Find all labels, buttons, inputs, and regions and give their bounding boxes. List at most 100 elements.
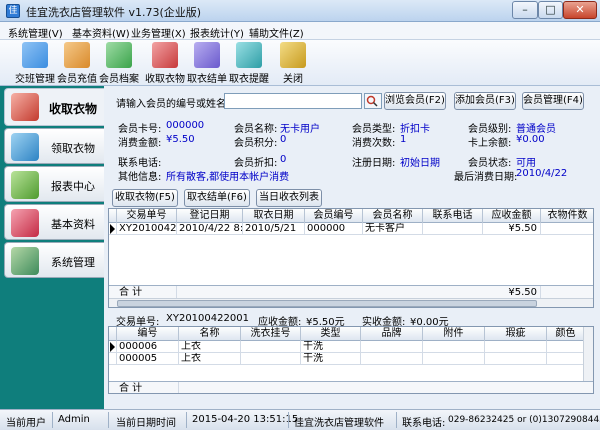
receive-clothes-button[interactable]: 收取衣物 — [144, 42, 186, 85]
search-button[interactable] — [364, 93, 382, 109]
col-phone[interactable]: 联系电话 — [423, 209, 483, 223]
cell-amount-due[interactable]: ¥5.50 — [483, 223, 541, 235]
menu-aux-files[interactable]: 辅助文件(Z) — [249, 25, 304, 40]
menu-business[interactable]: 业务管理(X) — [131, 25, 186, 40]
cell-phone[interactable] — [423, 223, 483, 235]
cell-color[interactable] — [547, 341, 585, 353]
handover-button[interactable]: 交班管理 — [14, 42, 56, 85]
orders-table: 交易单号 登记日期 取衣日期 会员编号 会员名称 联系电话 应收金额 衣物件数 … — [108, 208, 594, 308]
browse-members-button[interactable]: 浏览会员(F2) — [384, 92, 446, 110]
cell-member-no[interactable]: 000000 — [305, 223, 363, 235]
col-accessory[interactable]: 附件 — [423, 327, 485, 341]
pickup-checkout-button[interactable]: 取衣结单 — [186, 42, 228, 85]
cell-item-no[interactable]: 000005 — [117, 353, 179, 365]
cell-color[interactable] — [547, 353, 585, 365]
row-pointer-icon — [110, 224, 115, 234]
items-vertical-scrollbar[interactable] — [583, 327, 593, 381]
col-member-no[interactable]: 会员编号 — [305, 209, 363, 223]
col-color[interactable]: 颜色 — [547, 327, 585, 341]
maximize-button[interactable]: □ — [538, 1, 563, 19]
member-status-label: 会员状态: — [468, 158, 512, 169]
close-window-button[interactable]: ✕ — [563, 1, 597, 19]
other-info-value: 所有散客,都使用本帐户消费 — [166, 172, 290, 183]
sidebar-item-receive-clothes[interactable]: 收取衣物 — [4, 88, 104, 126]
sidebar-item-basic-data[interactable]: 基本资料 — [4, 204, 104, 240]
cell-type[interactable]: 干洗 — [301, 341, 361, 353]
balance-label: 卡上余额: — [468, 138, 512, 149]
col-item-name[interactable]: 名称 — [179, 327, 241, 341]
orders-total-row: 合 计 ¥5.50 — [109, 285, 593, 299]
member-recharge-button[interactable]: 会员充值 — [56, 42, 98, 85]
window-title: 佳宜洗衣店管理软件 v1.73(企业版) — [26, 6, 202, 19]
sidebar-item-system-management[interactable]: 系统管理 — [4, 242, 104, 278]
col-amount-due[interactable]: 应收金额 — [483, 209, 541, 223]
member-file-button[interactable]: 会员档案 — [98, 42, 140, 85]
add-member-button[interactable]: 添加会员(F3) — [454, 92, 516, 110]
cell-register-date[interactable]: 2010/4/22 8:5 — [177, 223, 243, 235]
cell-item-name[interactable]: 上衣 — [179, 341, 241, 353]
col-defect[interactable]: 瑕疵 — [485, 327, 547, 341]
col-item-no[interactable]: 编号 — [117, 327, 179, 341]
last-consume-label: 最后消费日期: — [454, 172, 518, 183]
col-wash-tag[interactable]: 洗衣挂号 — [241, 327, 301, 341]
balance-value: ¥0.00 — [516, 134, 545, 145]
cell-wash-tag[interactable] — [241, 353, 301, 365]
col-brand[interactable]: 品牌 — [361, 327, 423, 341]
member-status-value: 可用 — [516, 158, 536, 169]
current-user-value: Admin — [58, 414, 90, 425]
cell-brand[interactable] — [361, 353, 423, 365]
other-info-label: 其他信息: — [118, 172, 162, 183]
orders-horizontal-scrollbar[interactable] — [109, 298, 593, 307]
col-item-count[interactable]: 衣物件数 — [541, 209, 593, 223]
cell-defect[interactable] — [485, 353, 547, 365]
table-row[interactable]: XY20100422001 2010/4/22 8:5 2010/5/21 00… — [109, 223, 593, 235]
col-register-date[interactable]: 登记日期 — [177, 209, 243, 223]
cell-member-name[interactable]: 无卡客户 — [363, 223, 423, 235]
col-member-name[interactable]: 会员名称 — [363, 209, 423, 223]
name-value: 无卡用户 — [280, 124, 320, 135]
search-label: 请输入会员的编号或姓名: — [116, 99, 230, 110]
pickup-checkout-button[interactable]: 取衣结单(F6) — [184, 189, 250, 207]
cell-accessory[interactable] — [423, 341, 485, 353]
cell-item-name[interactable]: 上衣 — [179, 353, 241, 365]
cell-item-count[interactable] — [541, 223, 593, 235]
minimize-button[interactable]: – — [512, 1, 538, 19]
cell-trade-no[interactable]: XY20100422001 — [117, 223, 177, 235]
cell-defect[interactable] — [485, 341, 547, 353]
menu-system[interactable]: 系统管理(V) — [8, 25, 63, 40]
system-management-icon — [11, 247, 39, 275]
col-type[interactable]: 类型 — [301, 327, 361, 341]
menu-reports[interactable]: 报表统计(Y) — [190, 25, 244, 40]
status-bar: 当前用户 Admin 当前日期时间 2015-04-20 13:51:15 佳宜… — [0, 409, 600, 430]
close-app-button[interactable]: 关闭 — [272, 42, 314, 85]
items-table-header: 编号 名称 洗衣挂号 类型 品牌 附件 瑕疵 颜色 — [109, 327, 585, 341]
receive-clothes-button[interactable]: 收取衣物(F5) — [112, 189, 178, 207]
row-pointer-icon — [110, 342, 115, 352]
sidebar-item-collect-clothes[interactable]: 领取衣物 — [4, 128, 104, 164]
cell-accessory[interactable] — [423, 353, 485, 365]
sidebar-item-report-center[interactable]: 报表中心 — [4, 166, 104, 202]
cell-type[interactable]: 干洗 — [301, 353, 361, 365]
pickup-reminder-button[interactable]: 取衣提醒 — [228, 42, 270, 85]
scroll-thumb[interactable] — [117, 300, 537, 307]
table-row[interactable]: 000005 上衣 干洗 — [109, 353, 585, 365]
cell-item-no[interactable]: 000006 — [117, 341, 179, 353]
consume-value: ¥5.50 — [166, 134, 195, 145]
cell-brand[interactable] — [361, 341, 423, 353]
table-row[interactable]: 000006 上衣 干洗 — [109, 341, 585, 353]
col-pickup-date[interactable]: 取衣日期 — [243, 209, 305, 223]
cell-pickup-date[interactable]: 2010/5/21 — [243, 223, 305, 235]
col-trade-no[interactable]: 交易单号 — [117, 209, 177, 223]
receive-clothes-icon — [152, 42, 178, 68]
cell-wash-tag[interactable] — [241, 341, 301, 353]
menu-basic-data[interactable]: 基本资料(W) — [72, 25, 130, 40]
count-label: 消费次数: — [352, 138, 396, 149]
sidebar: 收取衣物 领取衣物 报表中心 基本资料 系统管理 — [0, 86, 104, 409]
type-value: 折扣卡 — [400, 124, 430, 135]
manage-members-button[interactable]: 会员管理(F4) — [522, 92, 584, 110]
items-total-label: 合 计 — [117, 382, 179, 393]
today-receive-list-button[interactable]: 当日收衣列表 — [256, 189, 322, 207]
member-search-input[interactable] — [224, 93, 362, 109]
points-value: 0 — [280, 134, 287, 145]
name-label: 会员名称: — [234, 124, 278, 135]
